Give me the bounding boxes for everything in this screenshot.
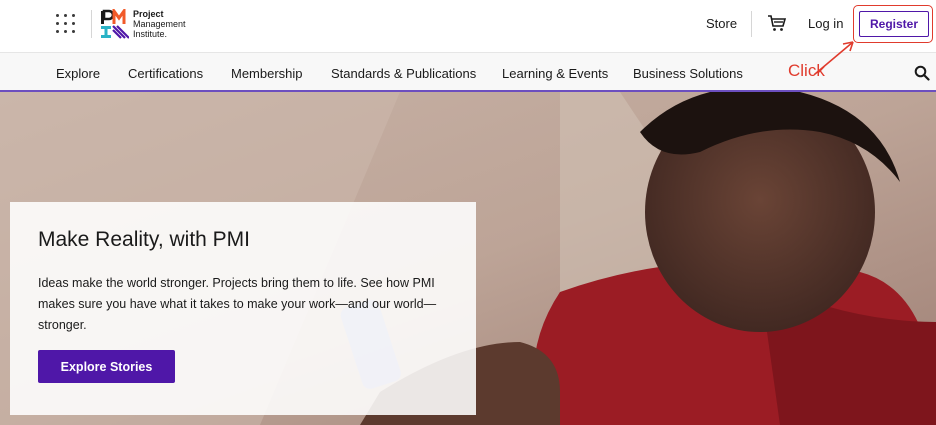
- pmi-logo-mark: [101, 9, 129, 39]
- hero-card: Make Reality, with PMI Ideas make the wo…: [10, 202, 476, 415]
- register-button[interactable]: Register: [859, 11, 929, 37]
- cart-icon[interactable]: [767, 13, 787, 33]
- logo-text: Project Management Institute.: [133, 9, 186, 39]
- nav-item-certifications[interactable]: Certifications: [128, 66, 203, 81]
- hero-description: Ideas make the world stronger. Projects …: [38, 276, 437, 332]
- pmi-logo[interactable]: Project Management Institute.: [101, 7, 186, 41]
- nav-item-learning-events[interactable]: Learning & Events: [502, 66, 608, 81]
- top-bar: Project Management Institute. Store Log …: [0, 0, 936, 52]
- hero-title: Make Reality, with PMI: [38, 228, 250, 251]
- logo-line-3: Institute.: [133, 29, 168, 39]
- login-link[interactable]: Log in: [808, 16, 843, 31]
- nav-item-business-solutions[interactable]: Business Solutions: [633, 66, 743, 81]
- nav-item-explore[interactable]: Explore: [56, 66, 100, 81]
- divider: [751, 11, 752, 37]
- explore-stories-button[interactable]: Explore Stories: [38, 350, 175, 383]
- click-annotation-label: Click: [788, 61, 825, 80]
- logo-line-2: Management: [133, 19, 186, 29]
- apps-grid-icon[interactable]: [56, 14, 76, 34]
- nav-item-membership[interactable]: Membership: [231, 66, 303, 81]
- store-link[interactable]: Store: [706, 16, 737, 31]
- logo-line-1: Project: [133, 9, 164, 19]
- search-icon[interactable]: [914, 65, 930, 81]
- nav-item-standards-publications[interactable]: Standards & Publications: [331, 66, 476, 81]
- divider: [91, 10, 92, 38]
- hero-banner: Make Reality, with PMI Ideas make the wo…: [0, 92, 936, 425]
- main-nav: Explore Certifications Membership Standa…: [0, 52, 936, 92]
